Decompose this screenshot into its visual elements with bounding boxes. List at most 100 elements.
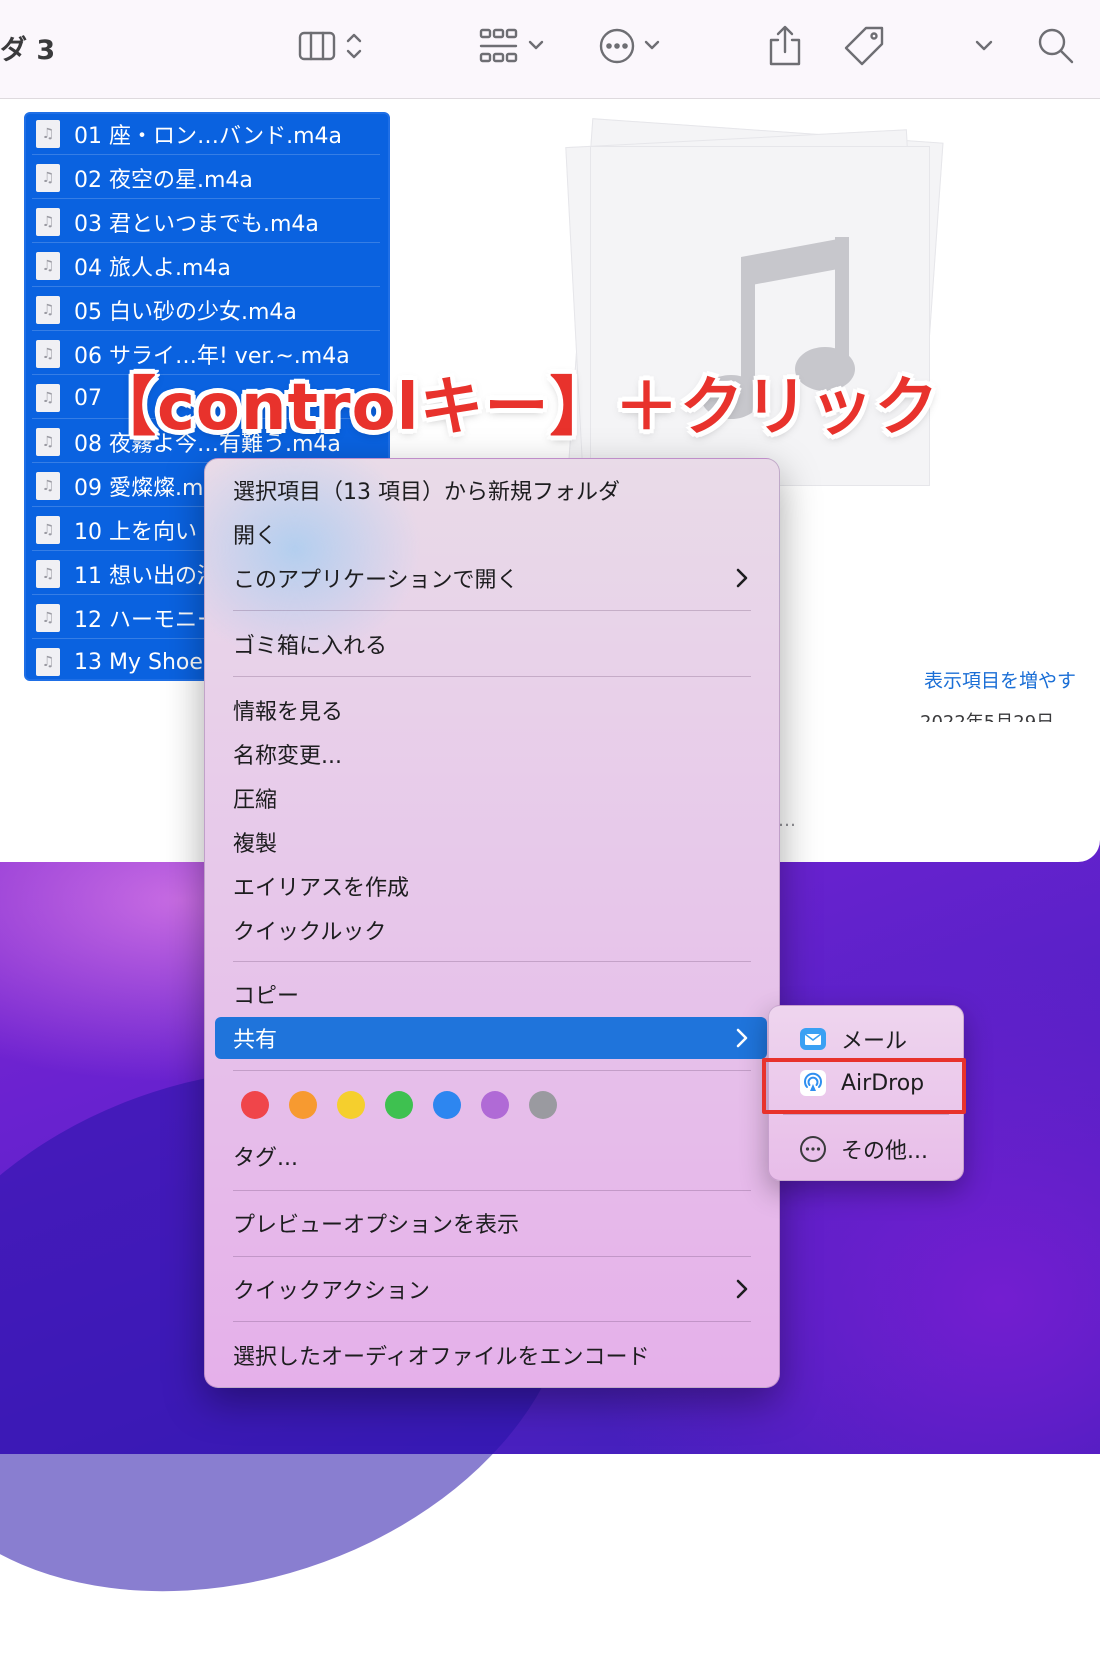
menu-separator bbox=[233, 1256, 751, 1257]
audio-file-icon: ♫ bbox=[36, 560, 60, 588]
audio-file-icon: ♫ bbox=[36, 604, 60, 632]
menu-label: このアプリケーションで開く bbox=[233, 568, 519, 593]
truncated-text: … bbox=[778, 810, 796, 831]
context-menu: 選択項目（13 項目）から新規フォルダ 開く このアプリケーションで開く ゴミ箱… bbox=[204, 458, 780, 1388]
file-row[interactable]: ♫ 02 夜空の星.m4a bbox=[32, 158, 380, 199]
share-item-mail[interactable]: メール bbox=[777, 1018, 955, 1060]
group-view-button[interactable] bbox=[478, 24, 546, 68]
menu-item-trash[interactable]: ゴミ箱に入れる bbox=[215, 623, 767, 665]
audio-file-icon: ♫ bbox=[36, 164, 60, 192]
menu-label: エイリアスを作成 bbox=[233, 876, 410, 901]
chevron-down-icon bbox=[975, 40, 993, 51]
file-name: 02 夜空の星.m4a bbox=[74, 168, 253, 193]
tag-gray[interactable] bbox=[529, 1091, 557, 1119]
file-row[interactable]: ♫ 05 白い砂の少女.m4a bbox=[32, 290, 380, 331]
sub-label: その他... bbox=[841, 1139, 928, 1164]
file-name: 01 座・ロン…バンド.m4a bbox=[74, 124, 342, 149]
audio-file-icon: ♫ bbox=[36, 648, 60, 676]
submenu-separator bbox=[783, 1114, 949, 1115]
menu-item-duplicate[interactable]: 複製 bbox=[215, 821, 767, 863]
file-row[interactable]: ♫ 03 君といつまでも.m4a bbox=[32, 202, 380, 243]
audio-file-icon: ♫ bbox=[36, 252, 60, 280]
file-name: 13 My Shoe bbox=[74, 649, 203, 675]
menu-item-encode-audio[interactable]: 選択したオーディオファイルをエンコード bbox=[215, 1334, 767, 1376]
file-name: 11 想い出の渚 bbox=[74, 564, 219, 589]
tag-purple[interactable] bbox=[481, 1091, 509, 1119]
overflow-chevron-button[interactable] bbox=[972, 24, 996, 68]
tag-orange[interactable] bbox=[289, 1091, 317, 1119]
tag-red[interactable] bbox=[241, 1091, 269, 1119]
menu-item-rename[interactable]: 名称変更... bbox=[215, 733, 767, 775]
file-name: 10 上を向い bbox=[74, 520, 197, 545]
menu-label: 複製 bbox=[233, 832, 278, 857]
search-button[interactable] bbox=[1036, 24, 1076, 68]
share-toolbar-button[interactable] bbox=[766, 24, 804, 68]
sub-label: メール bbox=[841, 1029, 908, 1054]
file-row[interactable]: ♫ 01 座・ロン…バンド.m4a bbox=[32, 114, 380, 155]
show-more-info-link[interactable]: 表示項目を増やす bbox=[924, 666, 1076, 693]
file-row[interactable]: ♫ 04 旅人よ.m4a bbox=[32, 246, 380, 287]
menu-separator bbox=[233, 961, 751, 962]
menu-separator bbox=[233, 1190, 751, 1191]
tag-blue[interactable] bbox=[433, 1091, 461, 1119]
menu-item-quick-look[interactable]: クイックルック bbox=[215, 909, 767, 951]
airdrop-highlight-box bbox=[762, 1058, 966, 1114]
file-date: 2022年5月29日 bbox=[920, 708, 1054, 722]
column-view-button[interactable] bbox=[298, 24, 364, 68]
audio-file-icon: ♫ bbox=[36, 516, 60, 544]
audio-file-icon: ♫ bbox=[36, 340, 60, 368]
file-name: 03 君といつまでも.m4a bbox=[74, 212, 319, 237]
menu-label: 選択したオーディオファイルをエンコード bbox=[233, 1345, 650, 1370]
menu-item-open-with[interactable]: このアプリケーションで開く bbox=[215, 557, 767, 599]
chevron-right-icon bbox=[735, 1279, 749, 1303]
finder-toolbar: ダ 3 bbox=[0, 0, 1100, 99]
tag-green[interactable] bbox=[385, 1091, 413, 1119]
menu-label: ゴミ箱に入れる bbox=[233, 634, 388, 659]
chevron-right-icon bbox=[735, 1028, 749, 1052]
audio-file-icon: ♫ bbox=[36, 428, 60, 456]
chevron-right-icon bbox=[735, 568, 749, 592]
ellipsis-circle-icon bbox=[799, 1135, 827, 1163]
menu-separator bbox=[233, 1070, 751, 1071]
menu-label: 名称変更... bbox=[233, 744, 342, 769]
menu-item-preview-options[interactable]: プレビューオプションを表示 bbox=[215, 1202, 767, 1244]
chevron-down-icon bbox=[644, 40, 660, 50]
menu-label: 開く bbox=[233, 524, 278, 549]
menu-label: コピー bbox=[233, 984, 300, 1009]
menu-item-get-info[interactable]: 情報を見る bbox=[215, 689, 767, 731]
menu-label: クイックルック bbox=[233, 920, 387, 945]
menu-item-share[interactable]: 共有 bbox=[215, 1017, 767, 1059]
menu-label: 共有 bbox=[233, 1028, 278, 1053]
menu-label: 圧縮 bbox=[233, 788, 278, 813]
audio-file-icon: ♫ bbox=[36, 472, 60, 500]
file-name: 12 ハーモニー bbox=[74, 608, 219, 633]
share-item-more[interactable]: その他... bbox=[777, 1128, 955, 1170]
audio-file-icon: ♫ bbox=[36, 384, 60, 412]
menu-item-new-folder[interactable]: 選択項目（13 項目）から新規フォルダ bbox=[215, 469, 767, 511]
menu-label: 情報を見る bbox=[233, 700, 344, 725]
audio-file-icon: ♫ bbox=[36, 208, 60, 236]
tag-yellow[interactable] bbox=[337, 1091, 365, 1119]
action-menu-button[interactable] bbox=[598, 24, 662, 68]
up-down-chevron-icon bbox=[346, 33, 362, 59]
menu-item-tags[interactable]: タグ... bbox=[215, 1135, 767, 1177]
menu-label: クイックアクション bbox=[233, 1279, 430, 1304]
audio-file-icon: ♫ bbox=[36, 120, 60, 148]
file-name: 09 愛燦燦.m bbox=[74, 476, 204, 501]
menu-label: プレビューオプションを表示 bbox=[233, 1213, 520, 1238]
chevron-down-icon bbox=[528, 40, 544, 50]
tag-toolbar-button[interactable] bbox=[842, 24, 886, 68]
menu-item-quick-actions[interactable]: クイックアクション bbox=[215, 1268, 767, 1310]
annotation-label: 【controlキー】＋クリック bbox=[92, 371, 940, 445]
grid-group-icon bbox=[479, 28, 518, 63]
file-name: 05 白い砂の少女.m4a bbox=[74, 300, 297, 325]
share-icon bbox=[769, 25, 801, 66]
tag-icon bbox=[844, 26, 884, 66]
menu-item-copy[interactable]: コピー bbox=[215, 973, 767, 1015]
menu-item-compress[interactable]: 圧縮 bbox=[215, 777, 767, 819]
file-name: 04 旅人よ.m4a bbox=[74, 256, 231, 281]
menu-item-make-alias[interactable]: エイリアスを作成 bbox=[215, 865, 767, 907]
menu-item-open[interactable]: 開く bbox=[215, 513, 767, 555]
menu-label: 選択項目（13 項目）から新規フォルダ bbox=[233, 480, 620, 505]
menu-separator bbox=[233, 676, 751, 677]
